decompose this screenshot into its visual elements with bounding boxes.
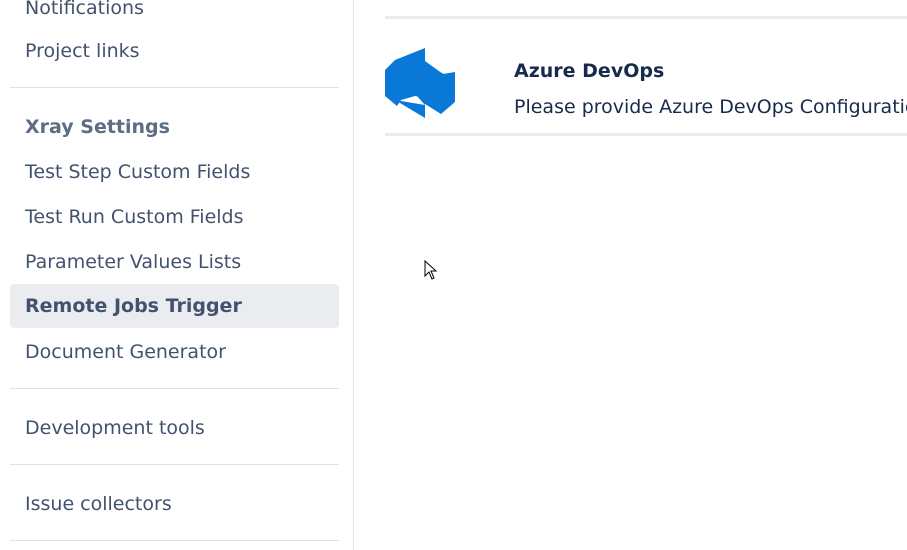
divider xyxy=(10,540,339,541)
sidebar-item-development-tools[interactable]: Development tools xyxy=(10,406,339,450)
integration-description: Please provide Azure DevOps Configuratio… xyxy=(514,96,907,118)
sidebar: Notifications Project links Xray Setting… xyxy=(0,0,354,550)
divider xyxy=(10,87,339,88)
sidebar-item-document-generator[interactable]: Document Generator xyxy=(10,330,339,374)
sidebar-item-notifications[interactable]: Notifications xyxy=(10,0,339,30)
section-heading-xray-settings: Xray Settings xyxy=(25,116,170,138)
mouse-cursor-icon xyxy=(424,260,438,280)
integration-row-azure-devops[interactable]: Azure DevOps Please provide Azure DevOps… xyxy=(385,16,907,136)
sidebar-item-test-run-custom-fields[interactable]: Test Run Custom Fields xyxy=(10,195,339,239)
divider xyxy=(10,464,339,465)
azure-devops-icon xyxy=(385,48,455,118)
sidebar-item-remote-jobs-trigger[interactable]: Remote Jobs Trigger xyxy=(10,284,339,328)
divider xyxy=(10,388,339,389)
sidebar-item-test-step-custom-fields[interactable]: Test Step Custom Fields xyxy=(10,150,339,194)
integration-title: Azure DevOps xyxy=(514,60,665,82)
sidebar-item-parameter-values-lists[interactable]: Parameter Values Lists xyxy=(10,240,339,284)
sidebar-item-project-links[interactable]: Project links xyxy=(10,29,339,73)
sidebar-item-issue-collectors[interactable]: Issue collectors xyxy=(10,482,339,526)
